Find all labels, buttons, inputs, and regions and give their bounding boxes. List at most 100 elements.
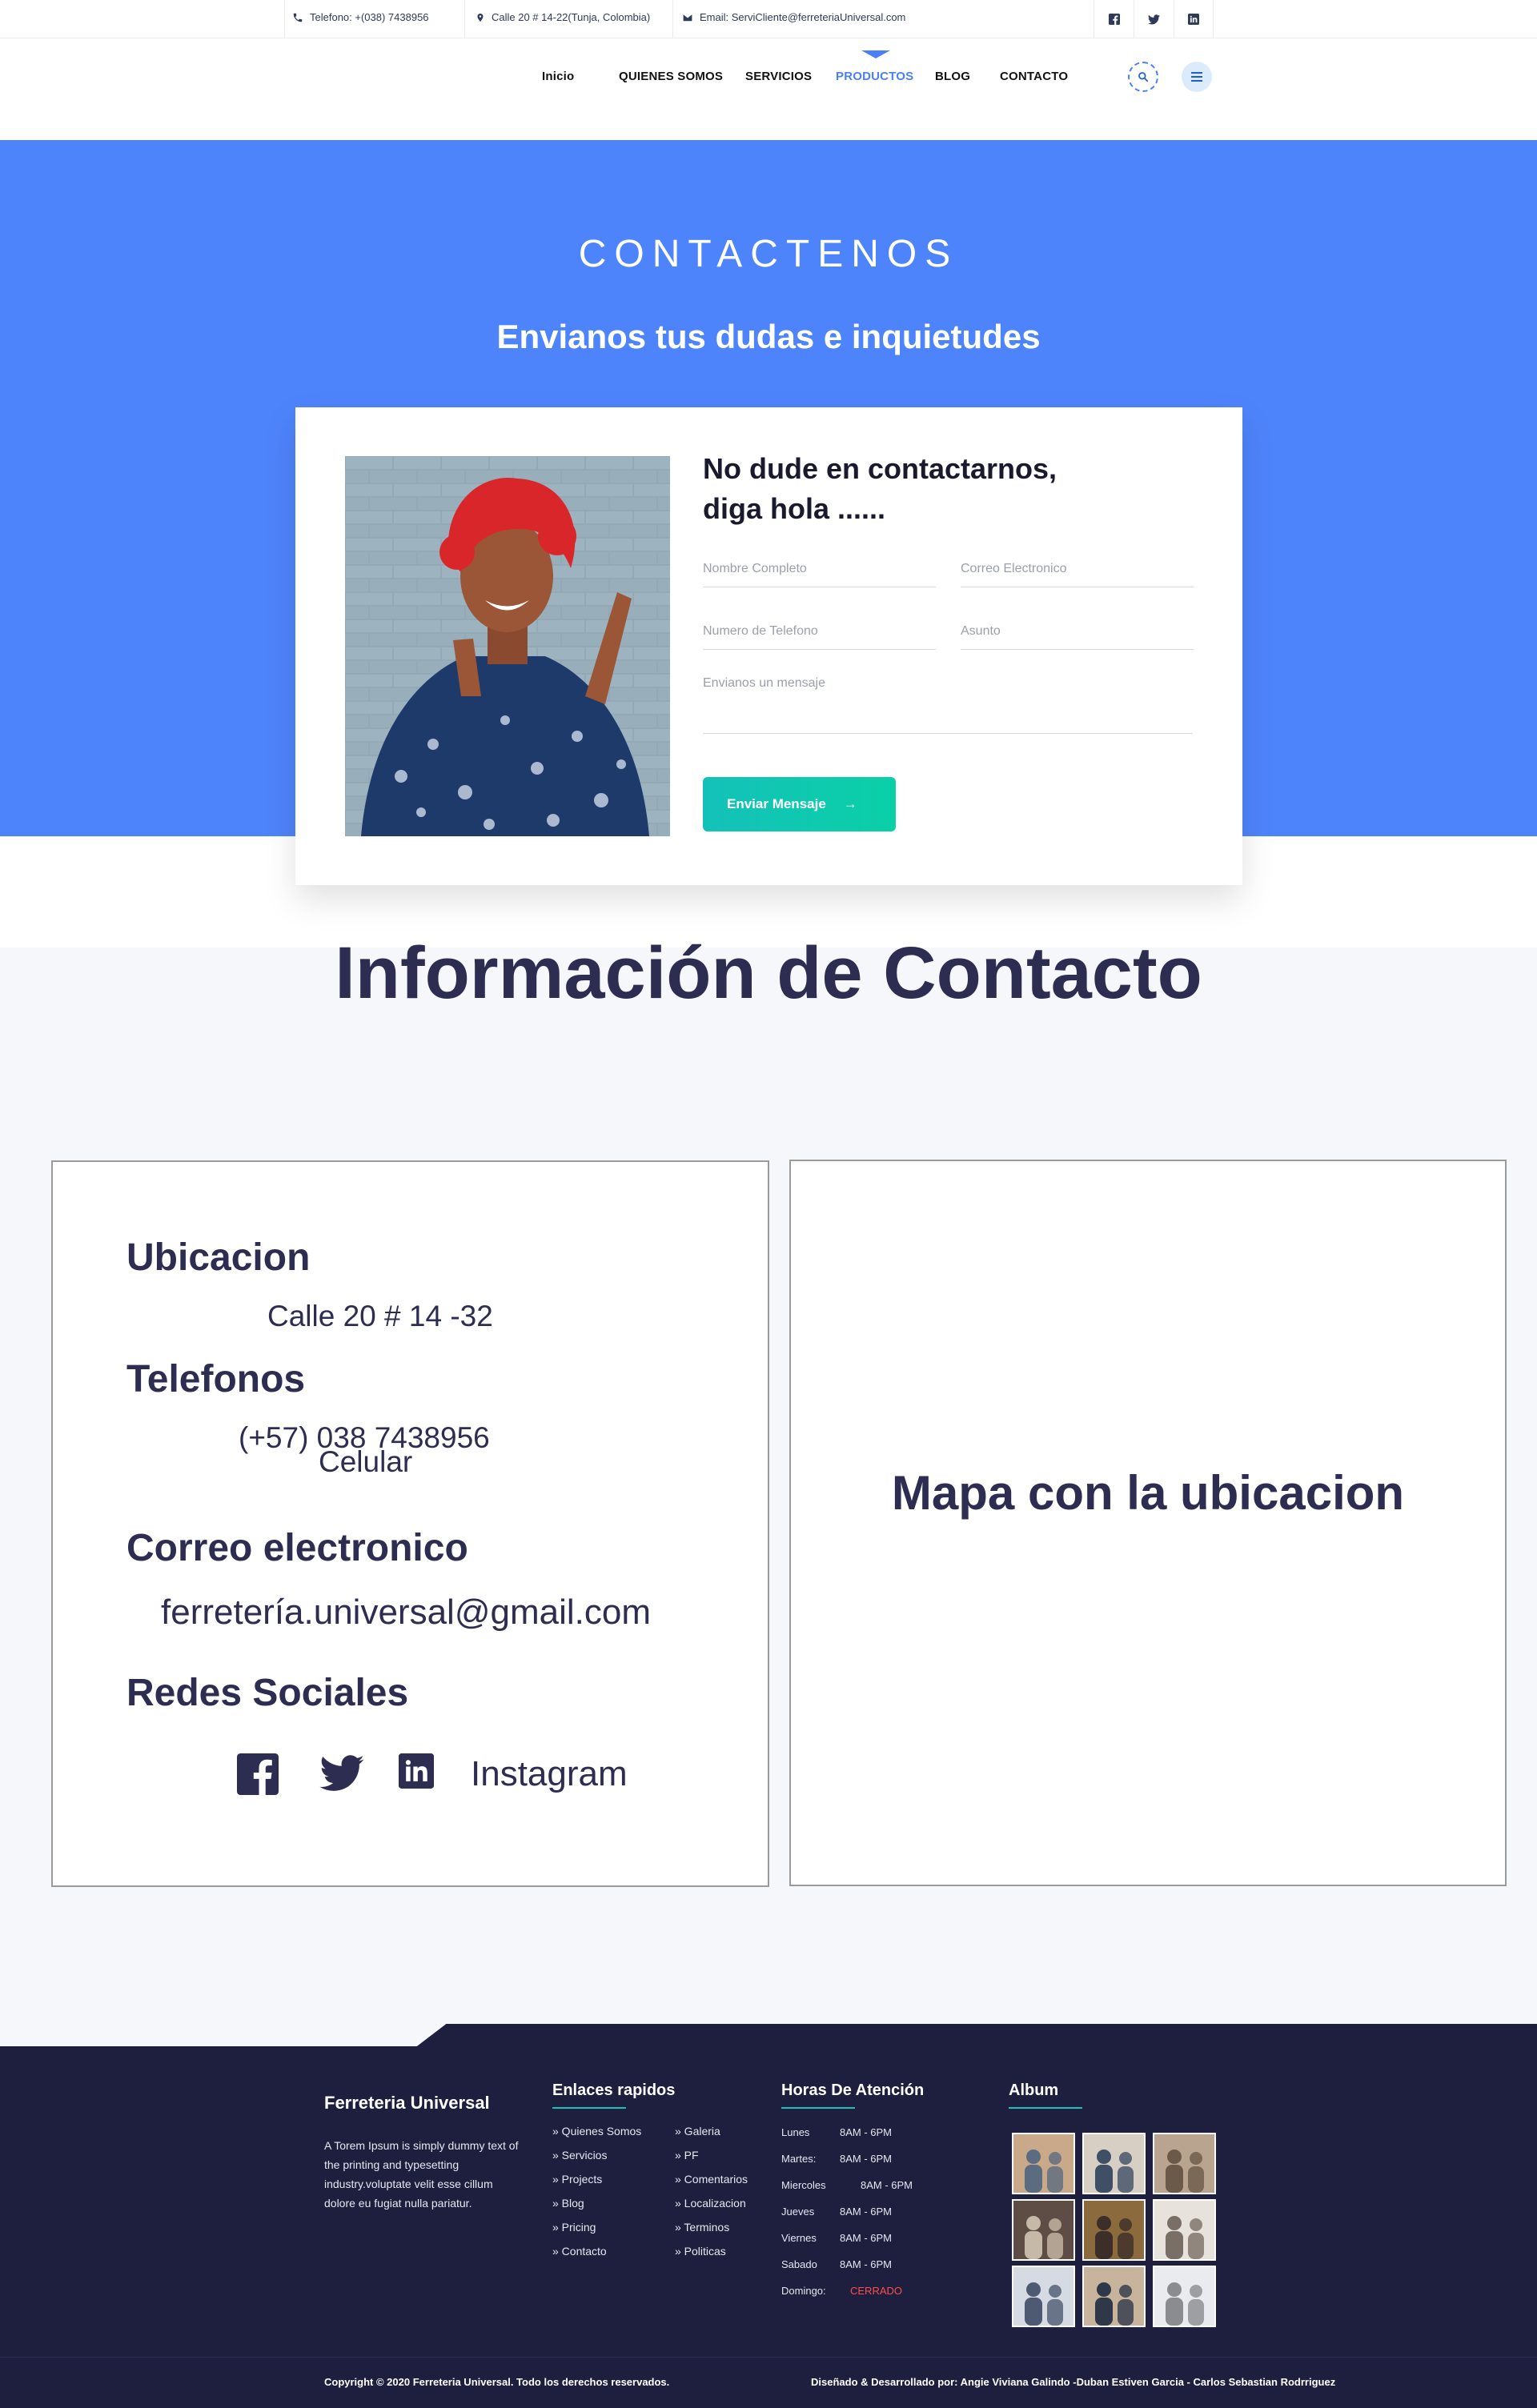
name-field[interactable]: Nombre Completo [703, 554, 936, 587]
footer-link-pf[interactable]: » PF [675, 2149, 699, 2162]
hours-day: Viernes [781, 2232, 817, 2244]
heading-underline [1009, 2107, 1082, 2109]
location-pin-icon [477, 13, 484, 22]
album-photo[interactable] [1012, 2199, 1075, 2261]
footer-link-blog[interactable]: » Blog [552, 2197, 584, 2210]
topbar-email[interactable]: Email: ServiCliente@ferreteriaUniversal.… [682, 11, 905, 23]
footer-divider [0, 2357, 1537, 2358]
topbar-address: Calle 20 # 14-22(Tunja, Colombia) [476, 11, 650, 23]
footer-link-politicas[interactable]: » Politicas [675, 2245, 726, 2258]
hours-time: 8AM - 6PM [840, 2153, 893, 2165]
map-box: Mapa con la ubicacion [789, 1160, 1507, 1886]
hours-row: Jueves 8AM - 6PM [781, 2206, 892, 2218]
album-photo[interactable] [1082, 2133, 1146, 2194]
hours-row: Martes: 8AM - 6PM [781, 2153, 892, 2165]
album-photo[interactable] [1012, 2266, 1075, 2327]
hours-row: Lunes 8AM - 6PM [781, 2126, 892, 2138]
heading-underline [552, 2107, 626, 2109]
linkedin-icon[interactable] [399, 1753, 434, 1789]
footer-link-pricing[interactable]: » Pricing [552, 2221, 596, 2234]
divider [464, 0, 465, 38]
twitter-link[interactable] [1134, 0, 1174, 38]
nav-servicios[interactable]: SERVICIOS [745, 70, 812, 83]
email-field[interactable]: Correo Electronico [961, 554, 1194, 587]
contact-info-section: Información de Contacto Ubicacion Calle … [0, 932, 1537, 2024]
album-photo[interactable] [1153, 2133, 1216, 2194]
topbar-address-text: Calle 20 # 14-22(Tunja, Colombia) [492, 11, 651, 23]
footer-link-contacto[interactable]: » Contacto [552, 2245, 607, 2258]
nav-contacto[interactable]: CONTACTO [1000, 70, 1068, 83]
twitter-icon[interactable] [319, 1755, 364, 1792]
topbar-email-text: Email: ServiCliente@ferreteriaUniversal.… [700, 11, 906, 23]
phone-icon [293, 13, 303, 22]
hours-day: Martes: [781, 2153, 817, 2165]
divider [672, 0, 673, 38]
heading-underline [781, 2107, 855, 2109]
hamburger-menu-icon [1191, 72, 1202, 82]
twitter-icon [1148, 14, 1160, 24]
message-field[interactable]: Envianos un mensaje [703, 668, 1193, 734]
hours-row: Miercoles 8AM - 6PM [781, 2179, 913, 2191]
album-photo[interactable] [1012, 2133, 1075, 2194]
location-heading: Ubicacion [126, 1236, 311, 1279]
subject-field[interactable]: Asunto [961, 616, 1194, 650]
facebook-icon [1108, 14, 1120, 25]
divider [284, 0, 285, 38]
hours-time: 8AM - 6PM [840, 2258, 893, 2270]
footer-link-terminos[interactable]: » Terminos [675, 2221, 729, 2234]
quick-links-heading: Enlaces rapidos [552, 2081, 676, 2099]
phone-field[interactable]: Numero de Telefono [703, 616, 936, 650]
form-title-line2: diga hola ...... [703, 492, 886, 525]
facebook-link[interactable] [1094, 0, 1134, 38]
album-photo[interactable] [1153, 2199, 1216, 2261]
send-message-label: Enviar Mensaje [727, 796, 826, 811]
album-heading: Album [1009, 2081, 1059, 2099]
footer-link-projects[interactable]: » Projects [552, 2173, 602, 2186]
instagram-link[interactable]: Instagram [471, 1754, 628, 1794]
footer-notch [0, 2022, 448, 2046]
hours-day: Miercoles [781, 2179, 826, 2191]
copyright: Copyright © 2020 Ferreteria Universal. T… [324, 2376, 670, 2388]
footer-link-servicios[interactable]: » Servicios [552, 2149, 607, 2162]
album-photo[interactable] [1082, 2266, 1146, 2327]
hero-kicker: CONTACTENOS [578, 233, 959, 275]
hours-heading: Horas De Atención [781, 2081, 925, 2099]
hours-closed: CERRADO [850, 2285, 903, 2297]
hours-time: 8AM - 6PM [840, 2206, 893, 2218]
phone-type: Celular [319, 1445, 413, 1478]
social-heading: Redes Sociales [126, 1672, 409, 1714]
nav-inicio[interactable]: Inicio [542, 70, 574, 83]
arrow-right-icon: → [843, 796, 857, 811]
top-bar: Telefono: +(038) 7438956 Calle 20 # 14-2… [0, 0, 1537, 38]
linkedin-link[interactable] [1174, 0, 1214, 38]
hero-title: Envianos tus dudas e inquietudes [496, 318, 1041, 355]
email-value[interactable]: ferretería.universal@gmail.com [161, 1593, 651, 1633]
nav-productos[interactable]: PRODUCTOS [836, 70, 913, 83]
nav-blog[interactable]: BLOG [935, 70, 970, 83]
footer-about: A Torem Ipsum is simply dummy text of th… [324, 2139, 519, 2210]
send-message-button[interactable]: Enviar Mensaje → [703, 777, 896, 831]
hours-day: Lunes [781, 2126, 810, 2138]
phones-heading: Telefonos [126, 1358, 306, 1400]
search-button[interactable] [1128, 62, 1158, 92]
footer-link-galeria[interactable]: » Galeria [675, 2125, 720, 2138]
hours-row: Viernes 8AM - 6PM [781, 2232, 892, 2244]
album-photo[interactable] [1153, 2266, 1216, 2327]
form-title: No dude en contactarnos, diga hola .....… [703, 449, 1183, 529]
footer-link-comentarios[interactable]: » Comentarios [675, 2173, 748, 2186]
main-nav: Inicio QUIENES SOMOS SERVICIOS PRODUCTOS… [0, 39, 1537, 140]
contact-info-title: Información de Contacto [335, 932, 1202, 1014]
album-photo[interactable] [1082, 2199, 1146, 2261]
email-heading: Correo electronico [126, 1527, 468, 1569]
footer-link-localizacion[interactable]: » Localizacion [675, 2197, 746, 2210]
facebook-icon[interactable] [235, 1753, 280, 1795]
active-indicator [861, 50, 890, 58]
nav-quienes-somos[interactable]: QUIENES SOMOS [619, 70, 723, 83]
location-value: Calle 20 # 14 -32 [267, 1300, 493, 1332]
hours-day: Domingo: [781, 2285, 826, 2297]
hours-time: 8AM - 6PM [840, 2126, 893, 2138]
footer-link-quienes-somos[interactable]: » Quienes Somos [552, 2125, 641, 2138]
map-placeholder-text: Mapa con la ubicacion [891, 1466, 1405, 1520]
menu-button[interactable] [1182, 62, 1212, 92]
form-title-line1: No dude en contactarnos, [703, 452, 1057, 485]
